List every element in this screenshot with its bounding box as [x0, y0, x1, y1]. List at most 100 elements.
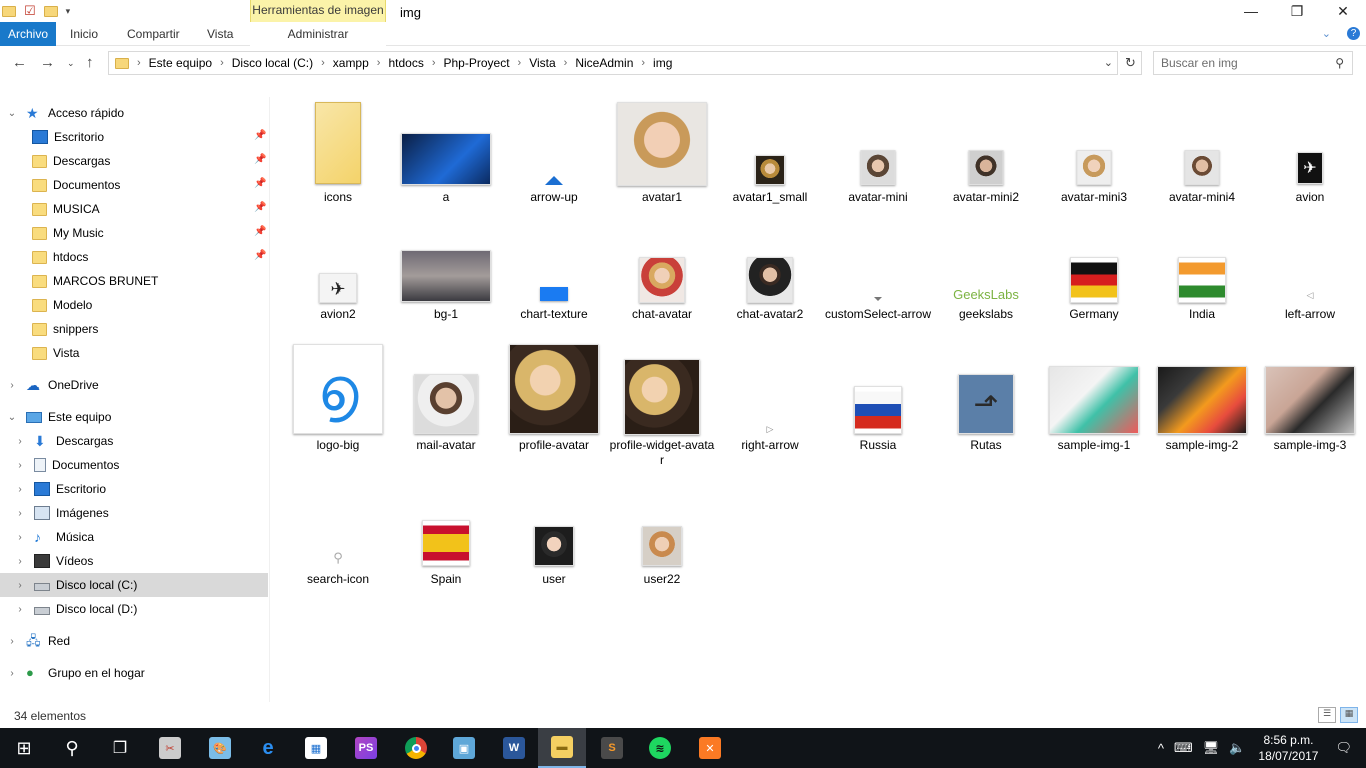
- help-icon[interactable]: ?: [1347, 27, 1360, 40]
- breadcrumb-htdocs[interactable]: htdocs: [388, 56, 423, 70]
- search-icon: ⚲: [333, 550, 343, 565]
- pin-icon[interactable]: 📌: [254, 202, 266, 213]
- network-icon[interactable]: 🖥: [1203, 740, 1220, 756]
- pin-icon[interactable]: 📌: [254, 226, 266, 237]
- nav-htdocs[interactable]: htdocs: [32, 245, 88, 269]
- taskbar-app-word[interactable]: W: [490, 728, 538, 768]
- pin-icon[interactable]: 📌: [254, 250, 266, 261]
- nav-onedrive[interactable]: › ☁ OneDrive: [6, 373, 98, 397]
- chevron-right-icon[interactable]: ›: [518, 57, 522, 69]
- windows-logo-icon: ⊞: [16, 737, 32, 758]
- refresh-icon[interactable]: ↻: [1120, 51, 1142, 75]
- chevron-right-icon[interactable]: ›: [220, 57, 224, 69]
- taskbar-app-phpstorm[interactable]: PS: [342, 728, 390, 768]
- tab-compartir[interactable]: Compartir: [127, 22, 180, 46]
- chevron-right-icon[interactable]: ›: [137, 57, 141, 69]
- customize-qat-icon[interactable]: ▾: [66, 6, 71, 17]
- nav-grupo-hogar[interactable]: › ● Grupo en el hogar: [6, 661, 144, 685]
- folder-icon: [2, 5, 16, 17]
- chevron-right-icon[interactable]: ›: [321, 57, 325, 69]
- nav-snippers[interactable]: snippers: [32, 317, 98, 341]
- snipping-tool-icon: ✂: [159, 737, 181, 759]
- taskbar-app-edge[interactable]: e: [244, 728, 292, 768]
- chevron-down-icon[interactable]: ⌄: [1104, 56, 1113, 69]
- image-thumbnail: [1157, 366, 1247, 434]
- maximize-button[interactable]: ❐: [1274, 0, 1320, 22]
- image-thumbnail: [1049, 366, 1139, 434]
- breadcrumb-php-proyect[interactable]: Php-Proyect: [444, 56, 510, 70]
- nav-quick-access[interactable]: ⌄ ★ Acceso rápido: [6, 101, 124, 125]
- properties-icon[interactable]: ☑: [24, 3, 36, 19]
- tab-administrar[interactable]: Administrar: [250, 22, 386, 46]
- pin-icon[interactable]: 📌: [254, 178, 266, 189]
- nav-vista[interactable]: Vista: [32, 341, 79, 365]
- nav-este-equipo[interactable]: ⌄ Este equipo: [6, 405, 112, 429]
- notifications-icon[interactable]: 🗨: [1335, 740, 1352, 756]
- taskbar-app-chrome[interactable]: [392, 728, 440, 768]
- nav-pc-videos[interactable]: › Vídeos: [14, 549, 93, 573]
- breadcrumb-vista[interactable]: Vista: [529, 56, 555, 70]
- forward-icon[interactable]: →: [40, 54, 55, 71]
- folder-icon: [32, 250, 47, 264]
- up-icon[interactable]: ↑: [86, 54, 94, 71]
- search-taskbar-button[interactable]: ⚲: [48, 728, 96, 768]
- breadcrumb-xampp[interactable]: xampp: [333, 56, 369, 70]
- breadcrumb-este-equipo[interactable]: Este equipo: [149, 56, 212, 70]
- taskbar-app-xampp[interactable]: ✕: [686, 728, 734, 768]
- nav-descargas[interactable]: Descargas: [32, 149, 110, 173]
- tab-vista[interactable]: Vista: [207, 22, 233, 46]
- pin-icon[interactable]: 📌: [254, 154, 266, 165]
- nav-pc-imagenes[interactable]: › Imágenes: [14, 501, 109, 525]
- nav-disco-d[interactable]: › Disco local (D:): [14, 597, 137, 621]
- recent-locations-icon[interactable]: ⌄: [67, 58, 75, 69]
- edge-icon: e: [262, 736, 274, 759]
- back-icon[interactable]: ←: [12, 54, 27, 71]
- nav-musica[interactable]: MUSICA: [32, 197, 100, 221]
- tab-archivo[interactable]: Archivo: [0, 22, 56, 46]
- taskbar-app-store[interactable]: ▦: [292, 728, 340, 768]
- close-button[interactable]: ✕: [1320, 0, 1366, 22]
- nav-marcos-brunet[interactable]: MARCOS BRUNET: [32, 269, 158, 293]
- expand-ribbon-icon[interactable]: ⌄: [1322, 27, 1331, 40]
- nav-escritorio[interactable]: Escritorio: [32, 125, 104, 149]
- clock[interactable]: 8:56 p.m. 18/07/2017: [1258, 732, 1318, 764]
- taskbar-app-calculator[interactable]: ▣: [440, 728, 488, 768]
- task-view-button[interactable]: ❐: [96, 728, 144, 768]
- nav-red[interactable]: › 🖧 Red: [6, 629, 70, 653]
- chevron-right-icon[interactable]: ›: [432, 57, 436, 69]
- nav-my-music[interactable]: My Music: [32, 221, 104, 245]
- chevron-up-icon[interactable]: ^: [1158, 741, 1164, 756]
- pin-icon[interactable]: 📌: [254, 130, 266, 141]
- search-input[interactable]: [1161, 56, 1331, 70]
- image-thumbnail: [968, 150, 1004, 185]
- breadcrumb-niceadmin[interactable]: NiceAdmin: [575, 56, 633, 70]
- breadcrumb-img[interactable]: img: [653, 56, 672, 70]
- large-icons-view-icon[interactable]: ▦: [1340, 707, 1358, 723]
- chevron-right-icon[interactable]: ›: [564, 57, 568, 69]
- start-button[interactable]: ⊞: [0, 728, 48, 768]
- tab-inicio[interactable]: Inicio: [70, 22, 98, 46]
- nav-pc-descargas[interactable]: › ⬇ Descargas: [14, 429, 113, 453]
- nav-pc-documentos[interactable]: › Documentos: [14, 453, 119, 477]
- details-view-icon[interactable]: ☰: [1318, 707, 1336, 723]
- search-box[interactable]: ⚲: [1153, 51, 1353, 75]
- chevron-right-icon[interactable]: ›: [641, 57, 645, 69]
- new-folder-icon[interactable]: [43, 5, 58, 17]
- nav-documentos[interactable]: Documentos: [32, 173, 120, 197]
- taskbar-app-spotify[interactable]: ≋: [636, 728, 684, 768]
- taskbar-app-explorer[interactable]: ▬: [538, 728, 586, 768]
- address-bar[interactable]: › Este equipo › Disco local (C:) › xampp…: [108, 51, 1118, 75]
- nav-modelo[interactable]: Modelo: [32, 293, 92, 317]
- breadcrumb-disco-c[interactable]: Disco local (C:): [232, 56, 313, 70]
- nav-pc-escritorio[interactable]: › Escritorio: [14, 477, 106, 501]
- volume-icon[interactable]: 🔈: [1229, 740, 1245, 756]
- taskbar-app-snipping[interactable]: ✂: [146, 728, 194, 768]
- nav-pc-musica[interactable]: › ♪ Música: [14, 525, 94, 549]
- input-method-icon[interactable]: ⌨: [1174, 740, 1193, 756]
- nav-disco-c[interactable]: › Disco local (C:): [0, 573, 268, 597]
- minimize-button[interactable]: —: [1228, 0, 1274, 22]
- chevron-right-icon[interactable]: ›: [377, 57, 381, 69]
- taskbar-app-sublime[interactable]: S: [588, 728, 636, 768]
- taskbar-app-paint[interactable]: 🎨: [196, 728, 244, 768]
- image-thumbnail: [1076, 150, 1112, 185]
